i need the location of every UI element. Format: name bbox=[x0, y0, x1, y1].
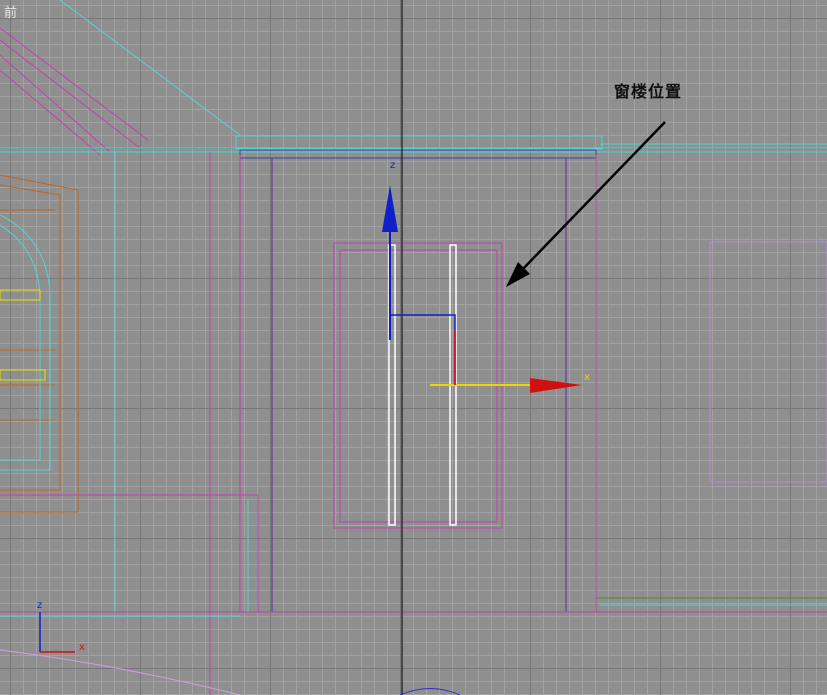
gizmo-z-label: z bbox=[390, 160, 395, 171]
view-axis-x-label: x bbox=[79, 642, 85, 653]
transform-gizmo[interactable]: z x bbox=[382, 160, 590, 393]
gizmo-x-arrow[interactable] bbox=[530, 378, 582, 393]
annotation-text: 窗楼位置 bbox=[614, 82, 683, 101]
view-axis-z-label: z bbox=[37, 600, 42, 611]
right-window bbox=[709, 241, 827, 483]
gizmo-x-label: x bbox=[584, 372, 590, 383]
front-viewport[interactable]: z x z x 前 窗楼位置 bbox=[0, 0, 827, 695]
roof-edge-line bbox=[59, 0, 241, 136]
top-beam bbox=[0, 135, 827, 159]
view-axis-tripod: z x bbox=[37, 600, 85, 653]
wall-frame bbox=[0, 152, 827, 695]
gizmo-plane-handle[interactable] bbox=[390, 314, 456, 385]
gizmo-z-arrow[interactable] bbox=[382, 185, 398, 232]
annotation-arrow bbox=[506, 121, 666, 287]
viewport-label[interactable]: 前 bbox=[4, 2, 17, 21]
roof-beam bbox=[0, 27, 149, 156]
left-window bbox=[0, 174, 79, 513]
scene-wireframe: z x z x bbox=[0, 0, 827, 695]
